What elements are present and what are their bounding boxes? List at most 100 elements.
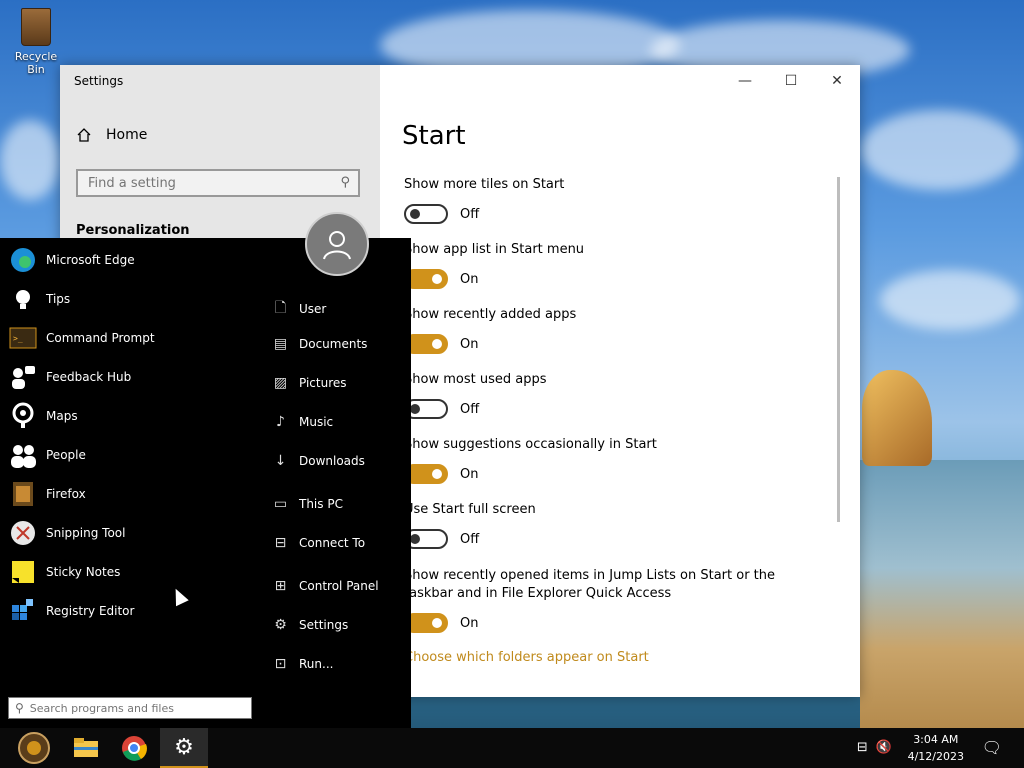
toggle-state: On [460, 466, 479, 482]
option-toggle-row[interactable]: On [404, 334, 478, 354]
system-tray: ⊟ 🔇 [857, 740, 892, 755]
search-icon: ⚲ [15, 701, 24, 715]
toggle-switch[interactable] [404, 204, 448, 224]
scissors-icon [8, 518, 38, 548]
place-label: Connect To [299, 536, 366, 550]
option-toggle-row[interactable]: On [404, 613, 478, 633]
option-label: Show most used apps [404, 372, 547, 387]
app-label: People [46, 448, 86, 462]
start-app-item[interactable]: Sticky Notes [8, 557, 120, 587]
music-icon: ♪ [276, 414, 285, 430]
start-app-item[interactable]: Firefox [8, 479, 86, 509]
app-label: Registry Editor [46, 604, 135, 618]
option-label: Show more tiles on Start [404, 177, 565, 192]
start-app-item[interactable]: People [8, 440, 86, 470]
start-place-item[interactable]: ▤ Documents [272, 336, 368, 352]
start-place-item[interactable]: ⊟ Connect To [272, 535, 365, 551]
start-place-item[interactable]: ⊞ Control Panel [272, 578, 379, 594]
home-label: Home [106, 127, 148, 143]
start-place-item[interactable]: ♪ Music [272, 414, 333, 430]
people-icon [8, 440, 38, 470]
start-place-item[interactable]: ⚙ Settings [272, 617, 348, 633]
place-label: Settings [299, 618, 349, 632]
option-toggle-row[interactable]: On [404, 464, 478, 484]
option-toggle-row[interactable]: Off [404, 529, 479, 549]
settings-taskbar-button[interactable]: ⚙ [160, 728, 208, 768]
place-label: This PC [299, 497, 343, 511]
terminal-icon: >_ [8, 323, 38, 353]
recycle-bin-label: Recycle Bin [14, 50, 58, 76]
toggle-state: On [460, 336, 479, 352]
user-icon [323, 231, 351, 260]
start-place-item[interactable]: ⊡ Run... [272, 656, 334, 672]
network-icon[interactable]: ⊟ [857, 740, 868, 755]
cloud [860, 110, 1020, 190]
search-icon: ⚲ [340, 175, 350, 190]
home-icon [77, 128, 91, 142]
clock-date: 4/12/2023 [907, 750, 964, 763]
cloud [880, 270, 1020, 330]
app-label: Firefox [46, 487, 86, 501]
volume-muted-icon[interactable]: 🔇 [876, 740, 892, 755]
start-app-item[interactable]: Maps [8, 401, 78, 431]
find-setting-input[interactable] [78, 171, 338, 195]
start-place-item[interactable]: ↓ Downloads [272, 453, 365, 469]
notification-icon[interactable]: 🗨 [982, 738, 1002, 757]
start-app-item[interactable]: Snipping Tool [8, 518, 125, 548]
connect-icon: ⊟ [274, 535, 287, 551]
app-label: Snipping Tool [46, 526, 126, 540]
run-icon: ⊡ [274, 656, 287, 672]
firefox-icon [8, 479, 38, 509]
option-toggle-row[interactable]: Off [404, 204, 479, 224]
start-place-item[interactable]: ▭ This PC [272, 496, 343, 512]
gear-icon: ⚙ [274, 617, 287, 633]
document-icon: ▤ [273, 336, 288, 352]
start-place-item[interactable]: 🗋 User [272, 297, 327, 321]
start-app-item[interactable]: Microsoft Edge [8, 245, 135, 275]
chrome-button[interactable] [110, 728, 158, 768]
feedback-icon [8, 362, 38, 392]
clock-time: 3:04 AM [913, 733, 959, 746]
toggle-state: Off [460, 206, 480, 222]
user-avatar[interactable] [305, 212, 369, 276]
start-app-item[interactable]: >_ Command Prompt [8, 323, 155, 353]
start-settings-pane: Start Show more tiles on Start Off Show … [402, 65, 842, 697]
computer-icon: ▭ [273, 496, 288, 512]
folder-icon [74, 738, 98, 757]
place-label: Pictures [299, 376, 347, 390]
page-title: Start [402, 121, 466, 151]
find-setting-box[interactable]: ⚲ [76, 169, 360, 197]
ocean [860, 460, 1024, 730]
app-label: Command Prompt [46, 331, 155, 345]
toggle-state: On [460, 271, 479, 287]
recycle-bin[interactable]: Recycle Bin [6, 8, 66, 76]
start-search-input[interactable] [23, 700, 232, 716]
place-label: Control Panel [299, 579, 379, 593]
clock[interactable]: 3:04 AM 4/12/2023 [908, 731, 964, 765]
option-label: Show app list in Start menu [404, 242, 585, 257]
place-label: User [299, 302, 327, 316]
option-toggle-row[interactable]: On [404, 269, 478, 289]
start-place-item[interactable]: ▨ Pictures [272, 375, 347, 391]
file-explorer-button[interactable] [62, 728, 110, 768]
home-nav-item[interactable]: Home [76, 127, 147, 143]
choose-folders-link[interactable]: Choose which folders appear on Start [404, 650, 649, 665]
toggle-state: On [460, 615, 479, 631]
app-label: Tips [46, 292, 71, 306]
place-label: Downloads [299, 454, 365, 468]
toggle-state: Off [460, 401, 480, 417]
app-label: Sticky Notes [46, 565, 121, 579]
start-app-item[interactable]: Feedback Hub [8, 362, 131, 392]
start-button[interactable] [10, 728, 58, 768]
option-toggle-row[interactable]: Off [404, 399, 479, 419]
scrollbar[interactable] [837, 177, 840, 522]
picture-icon: ▨ [273, 375, 288, 391]
start-app-item[interactable]: Tips [8, 284, 70, 314]
start-app-item[interactable]: Registry Editor [8, 596, 134, 626]
start-orb-icon [18, 732, 50, 764]
start-search-box[interactable]: ⚲ [8, 697, 252, 719]
taskbar: ⚙ ⊟ 🔇 3:04 AM 4/12/2023 🗨 [0, 728, 1024, 768]
control-panel-icon: ⊞ [274, 578, 287, 594]
map-pin-icon [8, 401, 38, 431]
section-heading: Personalization [76, 223, 190, 238]
